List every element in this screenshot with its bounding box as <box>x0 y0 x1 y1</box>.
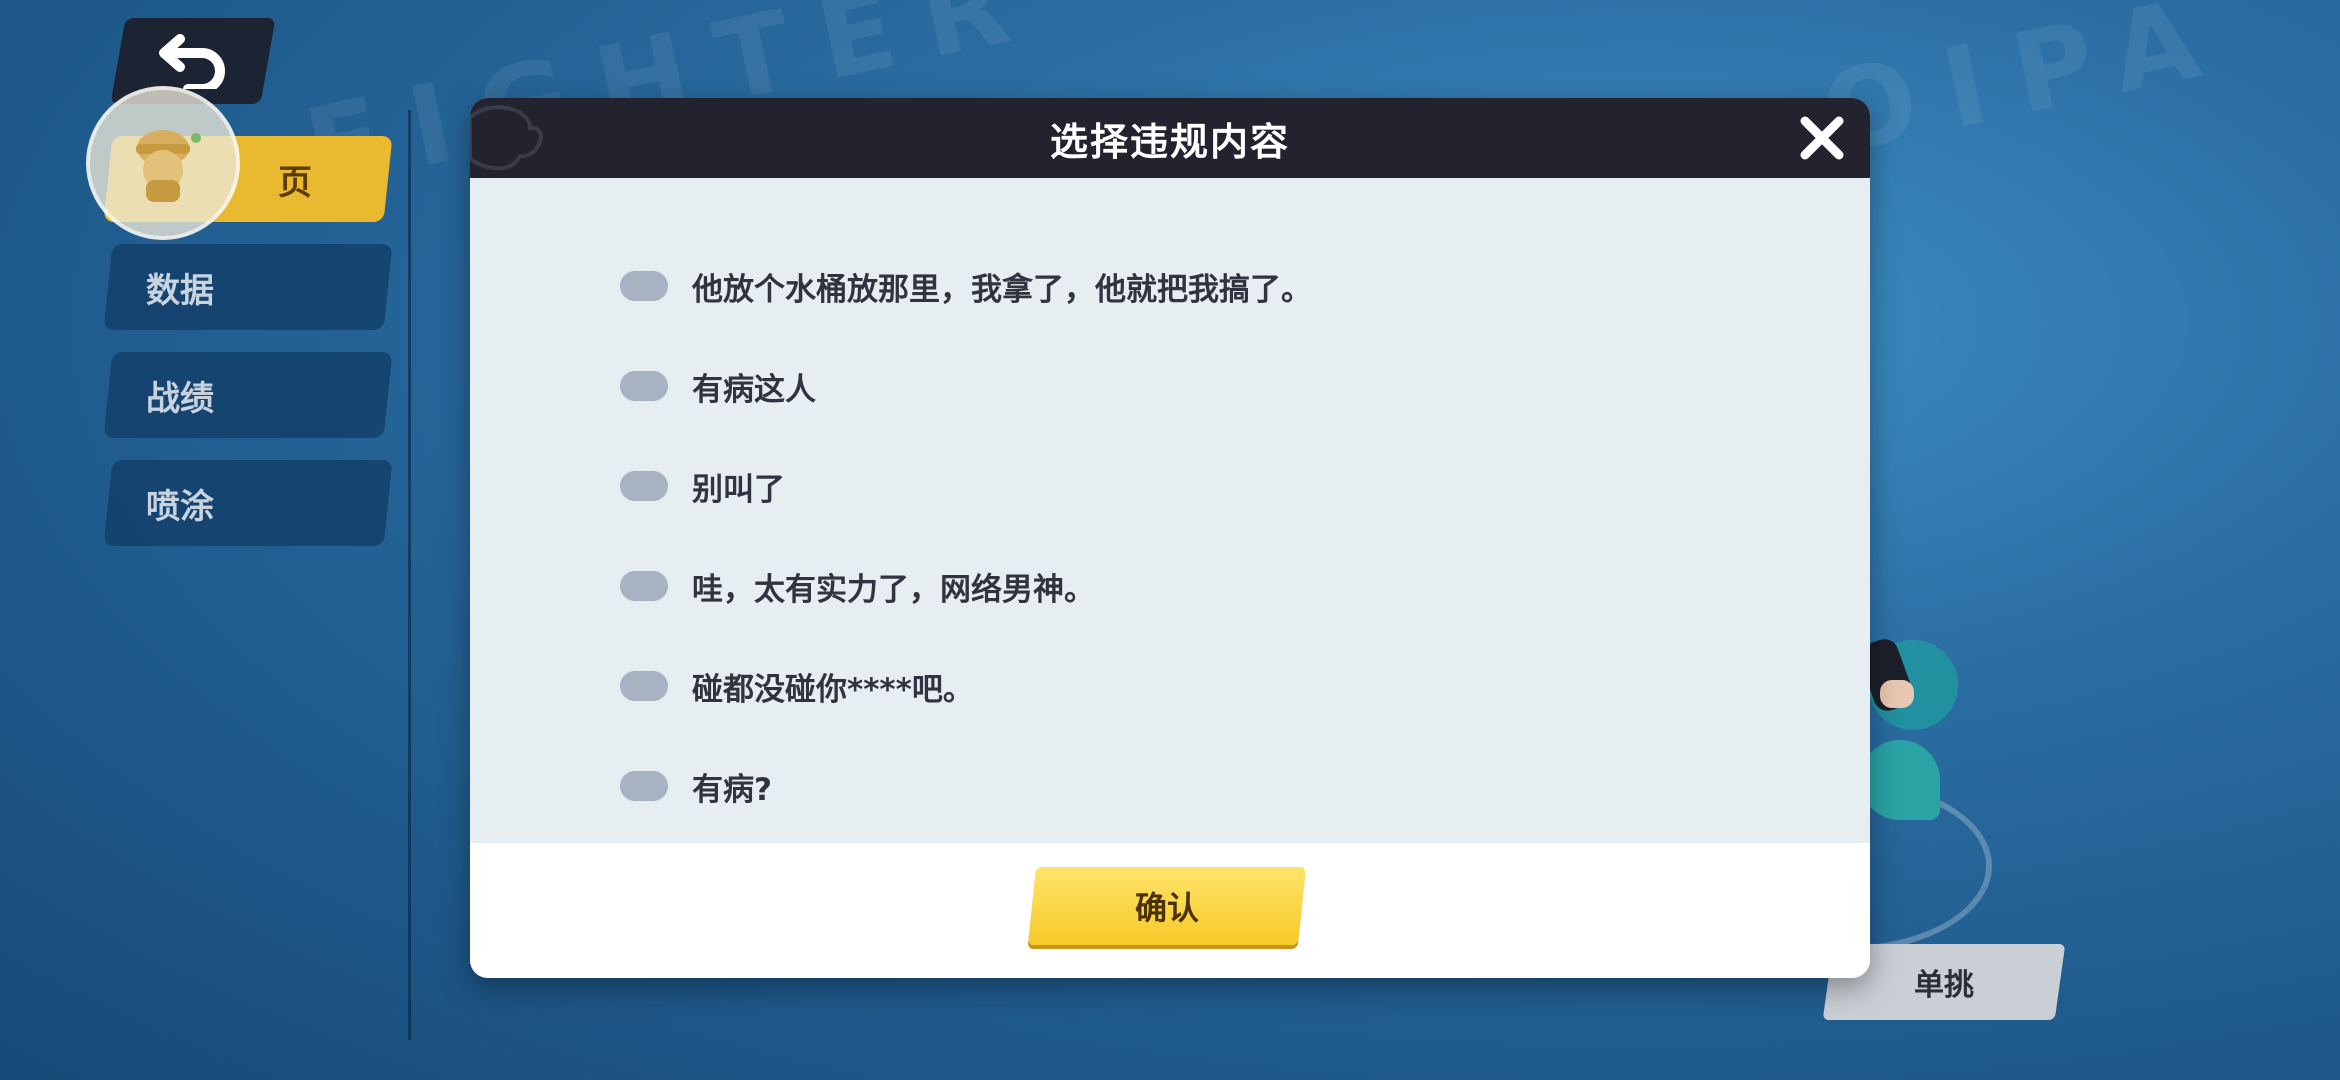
close-button[interactable] <box>1794 110 1850 166</box>
option-checkbox[interactable] <box>620 571 668 601</box>
tab-home-label: 页 <box>278 162 312 203</box>
modal-header: 选择违规内容 <box>470 98 1870 178</box>
option-text: 他放个水桶放那里，我拿了，他就把我搞了。 <box>692 271 1312 308</box>
option-text: 碰都没碰你****吧。 <box>692 671 974 708</box>
tab-records[interactable]: 战绩 <box>103 352 393 438</box>
option-item[interactable]: 哇，太有实力了，网络男神。 <box>620 556 1095 616</box>
paint-splash-icon <box>470 105 543 171</box>
option-checkbox[interactable] <box>620 371 668 401</box>
option-checkbox[interactable] <box>620 271 668 301</box>
background-watermark: OIPA <box>1811 0 2239 180</box>
tab-spray[interactable]: 喷涂 <box>103 460 393 546</box>
confirm-button-label: 确认 <box>1134 889 1199 927</box>
character-avatar-icon <box>136 130 201 202</box>
tab-spray-label: 喷涂 <box>146 486 214 527</box>
back-arrow-icon <box>159 34 225 89</box>
option-text: 有病这人 <box>692 371 816 408</box>
tab-records-label: 战绩 <box>146 378 214 419</box>
option-text: 哇，太有实力了，网络男神。 <box>692 571 1095 608</box>
close-icon <box>1800 116 1844 160</box>
option-text: 有病? <box>692 771 772 808</box>
solo-button-label: 单挑 <box>1914 968 1974 1003</box>
option-checkbox[interactable] <box>620 771 668 801</box>
option-checkbox[interactable] <box>620 471 668 501</box>
avatar[interactable] <box>86 86 240 240</box>
option-list: 他放个水桶放那里，我拿了，他就把我搞了。 有病这人 别叫了 哇，太有实力了，网络… <box>470 178 1870 843</box>
report-modal: 选择违规内容 他放个水桶放那里，我拿了，他就把我搞了。 有病这人 别叫了 哇，太… <box>470 98 1870 978</box>
option-item[interactable]: 碰都没碰你****吧。 <box>620 656 974 716</box>
character-body <box>1860 740 1940 820</box>
character-hand <box>1880 680 1914 708</box>
option-item[interactable]: 别叫了 <box>620 456 785 516</box>
modal-footer: 确认 <box>470 843 1870 978</box>
sidebar-divider <box>408 110 411 1040</box>
modal-title: 选择违规内容 <box>1049 119 1290 164</box>
option-item[interactable]: 有病? <box>620 756 772 816</box>
tab-data[interactable]: 数据 <box>103 244 393 330</box>
option-item[interactable]: 他放个水桶放那里，我拿了，他就把我搞了。 <box>620 256 1312 316</box>
tab-data-label: 数据 <box>146 270 214 311</box>
option-item[interactable]: 有病这人 <box>620 356 816 416</box>
confirm-button[interactable]: 确认 <box>1027 867 1307 945</box>
option-checkbox[interactable] <box>620 671 668 701</box>
option-text: 别叫了 <box>692 471 785 508</box>
